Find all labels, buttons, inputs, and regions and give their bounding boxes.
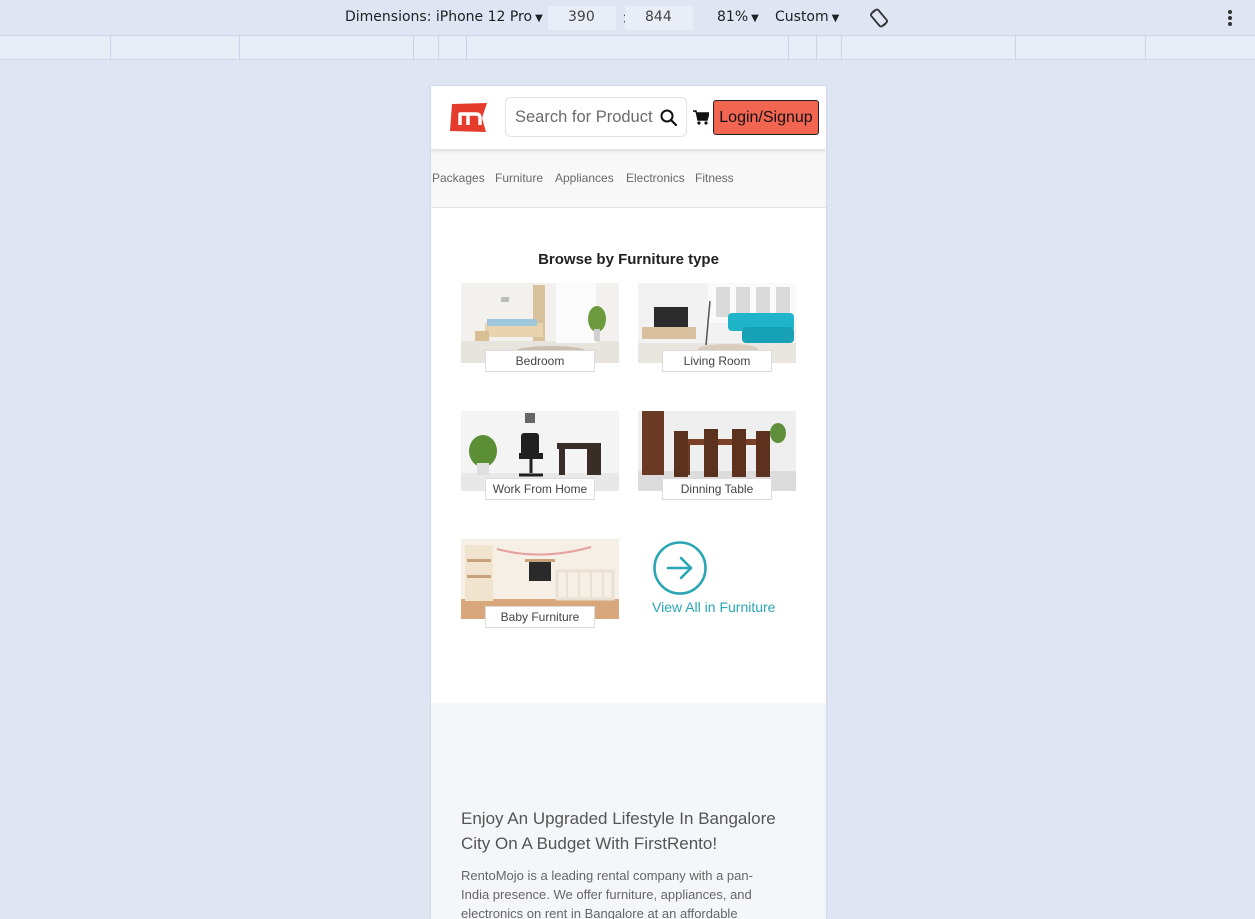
nav-link-furniture[interactable]: Furniture — [495, 171, 543, 185]
search-input[interactable] — [515, 107, 657, 127]
ruler-tick — [1145, 36, 1146, 60]
rotate-icon[interactable] — [868, 7, 890, 29]
chevron-down-icon: ▼ — [751, 13, 759, 24]
about-section: Enjoy An Upgraded Lifestyle In Bangalore… — [431, 703, 826, 919]
category-nav: Packages Furniture Appliances Electronic… — [431, 149, 826, 208]
ruler-tick — [816, 36, 817, 60]
chevron-down-icon: ▼ — [535, 13, 543, 24]
nav-link-electronics[interactable]: Electronics — [626, 171, 685, 185]
ruler-tick — [466, 36, 467, 60]
ruler-tick — [438, 36, 439, 60]
tile-label: Work From Home — [485, 478, 595, 500]
zoom-select[interactable]: 81% ▼ — [717, 9, 759, 25]
throttle-label: Custom — [775, 9, 829, 25]
cart-icon[interactable] — [693, 110, 709, 125]
device-label: Dimensions: iPhone 12 Pro — [345, 9, 533, 25]
category-tile-baby-furniture[interactable]: Baby Furniture — [461, 539, 619, 631]
ruler-tick — [239, 36, 240, 60]
more-options-icon[interactable] — [1224, 10, 1236, 28]
nav-link-packages[interactable]: Packages — [432, 171, 485, 185]
zoom-label: 81% — [717, 9, 749, 25]
chevron-down-icon: ▼ — [831, 13, 840, 24]
category-tile-work-from-home[interactable]: Work From Home — [461, 411, 619, 503]
nav-link-fitness[interactable]: Fitness — [695, 171, 734, 185]
ruler-tick — [788, 36, 789, 60]
ruler-tick — [413, 36, 414, 60]
tile-label: Dinning Table — [662, 478, 772, 500]
view-all-furniture-link[interactable]: View All in Furniture — [652, 541, 792, 621]
tile-label: Baby Furniture — [485, 606, 595, 628]
about-body: RentoMojo is a leading rental company wi… — [461, 868, 753, 919]
ruler-tick — [110, 36, 111, 60]
width-input[interactable]: 390 — [548, 6, 616, 30]
login-signup-button[interactable]: Login/Signup — [713, 100, 819, 135]
tile-label: Living Room — [662, 350, 772, 372]
ruler-tick — [841, 36, 842, 60]
category-tile-living-room[interactable]: Living Room — [638, 283, 796, 375]
about-heading: Enjoy An Upgraded Lifestyle In Bangalore… — [461, 809, 776, 853]
brand-logo[interactable] — [449, 102, 489, 133]
device-select[interactable]: Dimensions: iPhone 12 Pro ▼ — [345, 9, 543, 25]
browse-title: Browse by Furniture type — [538, 251, 719, 268]
category-tile-bedroom[interactable]: Bedroom — [461, 283, 619, 375]
nav-link-appliances[interactable]: Appliances — [555, 171, 614, 185]
height-input[interactable]: 844 — [625, 6, 693, 30]
ruler-tick — [1015, 36, 1016, 60]
throttle-select[interactable]: Custom ▼ — [775, 9, 839, 25]
media-query-ruler[interactable] — [0, 36, 1255, 60]
arrow-right-circle-icon — [653, 541, 707, 595]
search-icon[interactable] — [660, 109, 677, 126]
view-all-label: View All in Furniture — [652, 599, 776, 615]
search-box — [505, 97, 687, 137]
category-tile-dinning-table[interactable]: Dinning Table — [638, 411, 796, 503]
device-viewport: Login/Signup Packages Furniture Applianc… — [431, 86, 826, 919]
site-header: Login/Signup — [431, 86, 826, 149]
tile-label: Bedroom — [485, 350, 595, 372]
device-toolbar: Dimensions: iPhone 12 Pro▼ 390 × 844 81%… — [0, 0, 1255, 36]
